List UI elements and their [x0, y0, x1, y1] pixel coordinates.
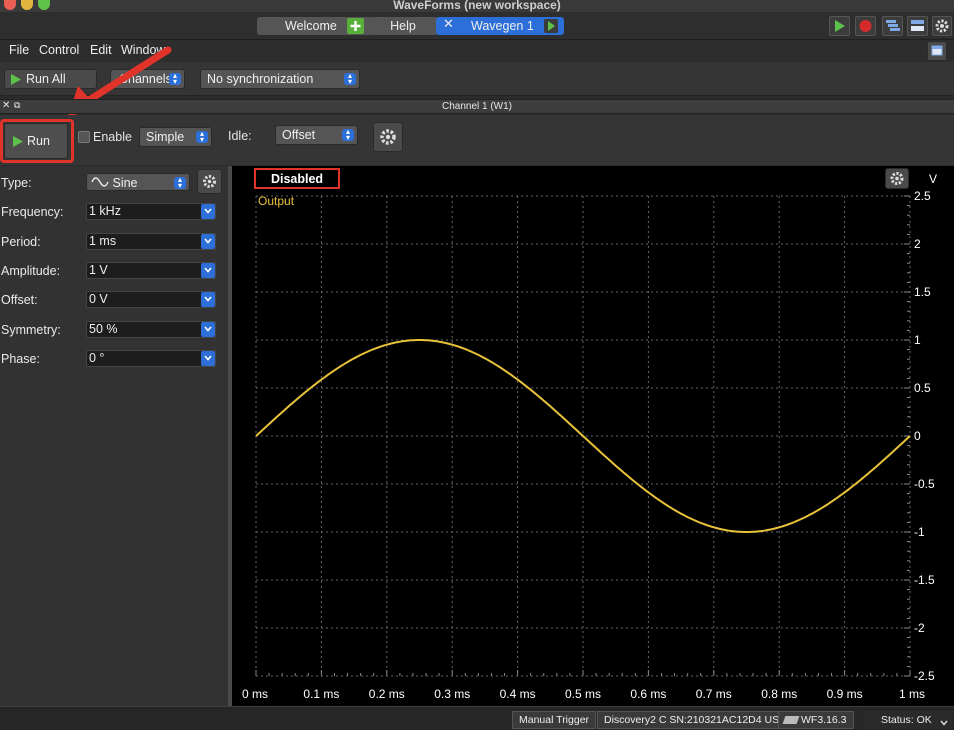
tab-wavegen[interactable]: ✕ Wavegen 1: [436, 15, 564, 35]
period-label: Period:: [1, 235, 41, 249]
phase-label: Phase:: [1, 352, 40, 366]
symmetry-label: Symmetry:: [1, 323, 61, 337]
version-indicator: WF3.16.3: [778, 711, 854, 729]
chevron-down-icon[interactable]: [201, 322, 215, 337]
idle-label: Idle:: [228, 129, 252, 143]
amplitude-label: Amplitude:: [1, 264, 61, 278]
phase-field[interactable]: 0 °: [86, 350, 216, 367]
app-window: WaveForms (new workspace) Welcome Help ✕…: [0, 0, 954, 730]
tab-label: Wavegen 1: [471, 19, 534, 33]
settings-gear-icon[interactable]: [932, 16, 952, 36]
channel-title: Channel 1 (W1): [441, 101, 513, 112]
menu-file[interactable]: File: [9, 43, 29, 57]
enable-checkbox[interactable]: [78, 131, 90, 143]
play-icon: [13, 136, 23, 147]
synchronization-select[interactable]: No synchronization ▴ ▾: [200, 69, 360, 89]
parameter-panel: Type: Sine ▴ ▾ Frequency: 1 kHz Period: 1…: [0, 166, 228, 706]
type-select[interactable]: Sine ▴ ▾: [86, 173, 190, 191]
type-label: Type:: [1, 176, 32, 190]
channel-toolbar: Run Enable Simple ▴ ▾ Idle: Offset ▴ ▾: [0, 115, 954, 165]
tab-run-icon[interactable]: [544, 19, 558, 33]
run-all-instruments-button[interactable]: [829, 16, 850, 36]
chevron-down-icon[interactable]: [201, 351, 215, 366]
title-bar: WaveForms (new workspace): [0, 0, 954, 12]
run-button[interactable]: Run: [4, 123, 68, 159]
type-settings-gear-icon[interactable]: [197, 169, 222, 194]
chevron-down-icon[interactable]: [201, 263, 215, 278]
select-arrows-icon: ▴ ▾: [344, 72, 356, 86]
device-icon: [782, 716, 800, 724]
close-tab-icon[interactable]: ✕: [443, 15, 454, 33]
enable-label: Enable: [93, 130, 132, 144]
channel-settings-gear-icon[interactable]: [373, 122, 403, 152]
sine-wave-icon: [91, 177, 109, 187]
tab-label: Help: [390, 19, 416, 33]
tile-windows-icon[interactable]: [907, 16, 928, 36]
plot-settings-gear-icon[interactable]: [885, 168, 909, 189]
amplitude-field[interactable]: 1 V: [86, 262, 216, 279]
play-icon: [11, 74, 21, 85]
record-button[interactable]: [855, 16, 876, 36]
device-indicator[interactable]: Discovery2 C SN:210321AC12D4 USB: [597, 711, 794, 729]
plot-status-text: Disabled: [270, 172, 324, 186]
offset-label: Offset:: [1, 293, 38, 307]
manual-trigger-button[interactable]: Manual Trigger: [512, 711, 597, 729]
chevron-down-icon[interactable]: [201, 204, 215, 219]
window-title: WaveForms (new workspace): [393, 0, 561, 12]
frequency-label: Frequency:: [1, 205, 64, 219]
select-arrows-icon: ▴ ▾: [342, 128, 354, 142]
status-disabled-box: Disabled: [254, 168, 340, 189]
select-arrows-icon: ▴ ▾: [174, 176, 186, 190]
add-tab-icon[interactable]: [347, 18, 364, 34]
channel-header: ✕ ⧉ Channel 1 (W1): [0, 99, 954, 114]
tab-help[interactable]: Help: [368, 17, 438, 35]
chevron-down-icon: [940, 715, 948, 730]
dock-icon[interactable]: [927, 41, 947, 61]
stack-windows-icon[interactable]: [882, 16, 903, 36]
chevron-down-icon[interactable]: [201, 292, 215, 307]
frequency-field[interactable]: 1 kHz: [86, 203, 216, 220]
y-unit-label: V: [929, 172, 938, 186]
trace-label: Output: [258, 194, 295, 208]
period-field[interactable]: 1 ms: [86, 233, 216, 250]
status-bar: Manual Trigger Discovery2 C SN:210321AC1…: [0, 706, 954, 730]
status-indicator[interactable]: Status: OK: [864, 711, 952, 729]
offset-field[interactable]: 0 V: [86, 291, 216, 308]
chevron-down-icon[interactable]: [201, 234, 215, 249]
tab-bar: Welcome Help ✕ Wavegen 1: [0, 12, 954, 40]
idle-select[interactable]: Offset ▴ ▾: [275, 125, 358, 145]
plot-area: [232, 166, 954, 706]
symmetry-field[interactable]: 50 %: [86, 321, 216, 338]
select-arrows-icon: ▴ ▾: [196, 130, 208, 144]
mode-select[interactable]: Simple ▴ ▾: [139, 127, 212, 147]
tab-label: Welcome: [285, 19, 337, 33]
